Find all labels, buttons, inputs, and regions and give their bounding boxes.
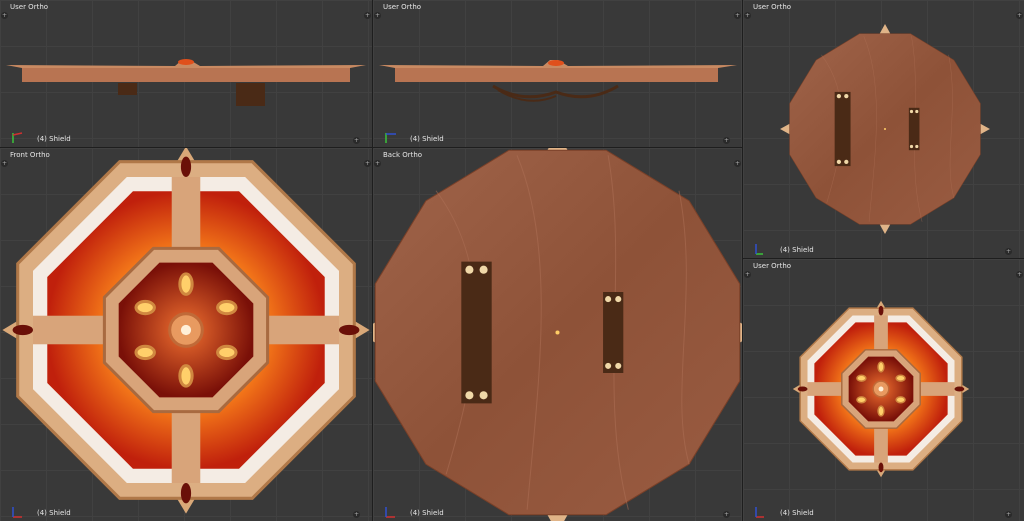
- viewport-user-ortho-top-left[interactable]: User Ortho (4) Shield + + +: [0, 0, 372, 147]
- expand-icon[interactable]: +: [723, 137, 730, 144]
- active-object-label: (4) Shield: [780, 246, 814, 254]
- shield-front-oblique-view: [791, 299, 971, 479]
- active-object-label: (4) Shield: [410, 509, 444, 517]
- expand-icon[interactable]: +: [1, 160, 8, 167]
- viewport-user-ortho-right-bottom[interactable]: User Ortho (4) Shield + + +: [743, 259, 1024, 521]
- viewport-title: User Ortho: [753, 262, 792, 270]
- axis-gizmo-icon: [12, 507, 22, 518]
- axis-gizmo-icon: [755, 244, 763, 255]
- viewport-front-ortho[interactable]: Front Ortho (4) Shield + + +: [0, 148, 372, 521]
- active-object-label: (4) Shield: [37, 509, 71, 517]
- expand-icon[interactable]: +: [744, 271, 751, 278]
- expand-icon[interactable]: +: [353, 511, 360, 518]
- expand-icon[interactable]: +: [734, 160, 741, 167]
- shield-back-view: [373, 148, 742, 521]
- expand-icon[interactable]: +: [1016, 12, 1023, 19]
- expand-icon[interactable]: +: [1005, 511, 1012, 518]
- active-object-label: (4) Shield: [780, 509, 814, 517]
- expand-icon[interactable]: +: [364, 12, 371, 19]
- viewport-title: User Ortho: [753, 3, 792, 11]
- viewport-title: Back Ortho: [383, 151, 423, 159]
- viewport-back-ortho[interactable]: Back Ortho (4) Shield + + +: [373, 148, 742, 521]
- expand-icon[interactable]: +: [364, 160, 371, 167]
- expand-icon[interactable]: +: [1005, 248, 1012, 255]
- shield-back-oblique-view: [779, 23, 991, 235]
- expand-icon[interactable]: +: [734, 12, 741, 19]
- active-object-label: (4) Shield: [37, 135, 71, 143]
- viewport-user-ortho-top-middle[interactable]: User Ortho (4) Shield + + +: [373, 0, 742, 147]
- axis-gizmo-icon: [385, 133, 396, 143]
- expand-icon[interactable]: +: [744, 12, 751, 19]
- active-object-label: (4) Shield: [410, 135, 444, 143]
- shield-side-view: [6, 59, 366, 106]
- expand-icon[interactable]: +: [374, 160, 381, 167]
- expand-icon[interactable]: +: [1016, 271, 1023, 278]
- axis-gizmo-icon: [12, 132, 23, 143]
- viewport-title: User Ortho: [10, 3, 49, 11]
- shield-side-view: [379, 60, 737, 102]
- viewport-user-ortho-right-top[interactable]: User Ortho (4) Shield + + +: [743, 0, 1024, 258]
- axis-gizmo-icon: [755, 507, 764, 518]
- axis-gizmo-icon: [385, 507, 395, 518]
- viewport-title: Front Ortho: [10, 151, 50, 159]
- expand-icon[interactable]: +: [1, 12, 8, 19]
- shield-front-view: [0, 148, 372, 516]
- expand-icon[interactable]: +: [353, 137, 360, 144]
- viewport-title: User Ortho: [383, 3, 422, 11]
- expand-icon[interactable]: +: [374, 12, 381, 19]
- expand-icon[interactable]: +: [723, 511, 730, 518]
